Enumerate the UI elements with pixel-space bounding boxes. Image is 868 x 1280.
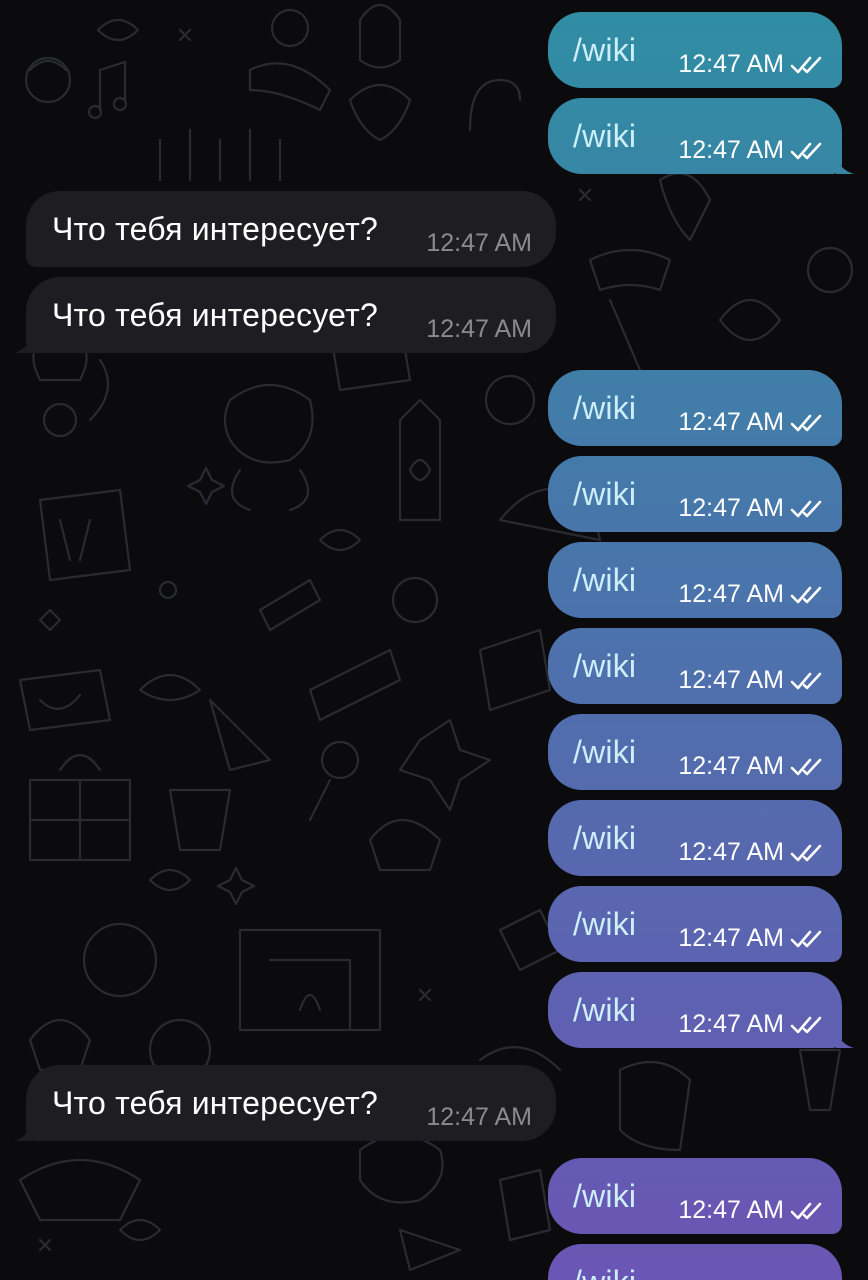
message-meta: 12:47 AM <box>678 752 828 781</box>
double-check-icon <box>790 843 828 863</box>
message-time: 12:47 AM <box>426 315 532 343</box>
bubble-tail <box>836 1030 854 1048</box>
incoming-message-bubble[interactable]: Что тебя интересует? 12:47 AM <box>14 1065 556 1141</box>
message-meta: 12:47 AM <box>426 315 532 344</box>
outgoing-message-bubble[interactable]: /wiki 12:47 AM <box>548 886 842 962</box>
double-check-icon <box>790 55 828 75</box>
message-text: /wiki <box>573 905 637 942</box>
message-text: /wiki <box>573 389 637 426</box>
message-meta: 12:47 AM <box>678 136 828 165</box>
message-text: /wiki <box>573 991 637 1028</box>
double-check-icon <box>790 585 828 605</box>
outgoing-message-bubble[interactable]: /wiki 12:47 AM <box>548 714 842 790</box>
message-meta: 12:47 AM <box>678 924 828 953</box>
message-time: 12:47 AM <box>678 666 784 694</box>
message-text: /wiki <box>573 117 637 154</box>
outgoing-message-bubble[interactable]: /wiki 12:47 AM <box>548 972 854 1048</box>
double-check-icon <box>790 671 828 691</box>
message-time: 12:47 AM <box>426 229 532 257</box>
outgoing-message-bubble[interactable]: /wiki 12:47 AM <box>548 1158 842 1234</box>
message-time: 12:47 AM <box>678 494 784 522</box>
outgoing-message-bubble[interactable]: /wiki 12:47 AM <box>548 542 842 618</box>
message-meta: 12:47 AM <box>678 494 828 523</box>
message-time: 12:47 AM <box>678 838 784 866</box>
message-text: /wiki <box>573 1177 637 1214</box>
double-check-icon <box>790 757 828 777</box>
bubble-tail <box>14 1123 32 1141</box>
message-time: 12:47 AM <box>678 50 784 78</box>
message-time: 12:47 AM <box>678 136 784 164</box>
message-time: 12:47 AM <box>678 580 784 608</box>
message-text: /wiki <box>573 647 637 684</box>
message-time: 12:47 AM <box>678 924 784 952</box>
double-check-icon <box>790 499 828 519</box>
outgoing-message-bubble[interactable]: /wiki <box>548 1244 842 1280</box>
message-time: 12:47 AM <box>678 1196 784 1224</box>
message-text: /wiki <box>573 733 637 770</box>
incoming-message-bubble[interactable]: Что тебя интересует? 12:47 AM <box>26 191 556 267</box>
outgoing-message-bubble[interactable]: /wiki 12:47 AM <box>548 370 842 446</box>
double-check-icon <box>790 141 828 161</box>
message-meta: 12:47 AM <box>426 229 532 258</box>
outgoing-message-bubble[interactable]: /wiki 12:47 AM <box>548 800 842 876</box>
bubble-tail <box>836 156 854 174</box>
message-text: /wiki <box>573 1264 636 1280</box>
message-text: Что тебя интересует? <box>52 1084 378 1121</box>
chat-view[interactable]: /wiki 12:47 AM/wiki 12:47 AM Что тебя интер… <box>0 0 868 1280</box>
message-list[interactable]: /wiki 12:47 AM/wiki 12:47 AM Что тебя интер… <box>0 0 868 1280</box>
double-check-icon <box>790 413 828 433</box>
message-text: Что тебя интересует? <box>52 210 378 247</box>
outgoing-message-bubble[interactable]: /wiki 12:47 AM <box>548 456 842 532</box>
double-check-icon <box>790 1201 828 1221</box>
message-meta: 12:47 AM <box>678 580 828 609</box>
outgoing-message-bubble[interactable]: /wiki 12:47 AM <box>548 12 842 88</box>
message-time: 12:47 AM <box>678 408 784 436</box>
message-meta: 12:47 AM <box>426 1103 532 1132</box>
message-text: /wiki <box>573 31 637 68</box>
message-meta: 12:47 AM <box>678 50 828 79</box>
outgoing-message-bubble[interactable]: /wiki 12:47 AM <box>548 98 854 174</box>
message-time: 12:47 AM <box>426 1103 532 1131</box>
double-check-icon <box>790 1015 828 1035</box>
message-meta: 12:47 AM <box>678 666 828 695</box>
message-text: /wiki <box>573 475 637 512</box>
message-meta: 12:47 AM <box>678 1010 828 1039</box>
message-meta: 12:47 AM <box>678 408 828 437</box>
message-time: 12:47 AM <box>678 752 784 780</box>
outgoing-message-bubble[interactable]: /wiki 12:47 AM <box>548 628 842 704</box>
message-meta: 12:47 AM <box>678 838 828 867</box>
message-text: Что тебя интересует? <box>52 296 378 333</box>
message-text: /wiki <box>573 561 637 598</box>
incoming-message-bubble[interactable]: Что тебя интересует? 12:47 AM <box>14 277 556 353</box>
message-text: /wiki <box>573 819 637 856</box>
bubble-tail <box>14 335 32 353</box>
message-meta: 12:47 AM <box>678 1196 828 1225</box>
double-check-icon <box>790 929 828 949</box>
message-time: 12:47 AM <box>678 1010 784 1038</box>
